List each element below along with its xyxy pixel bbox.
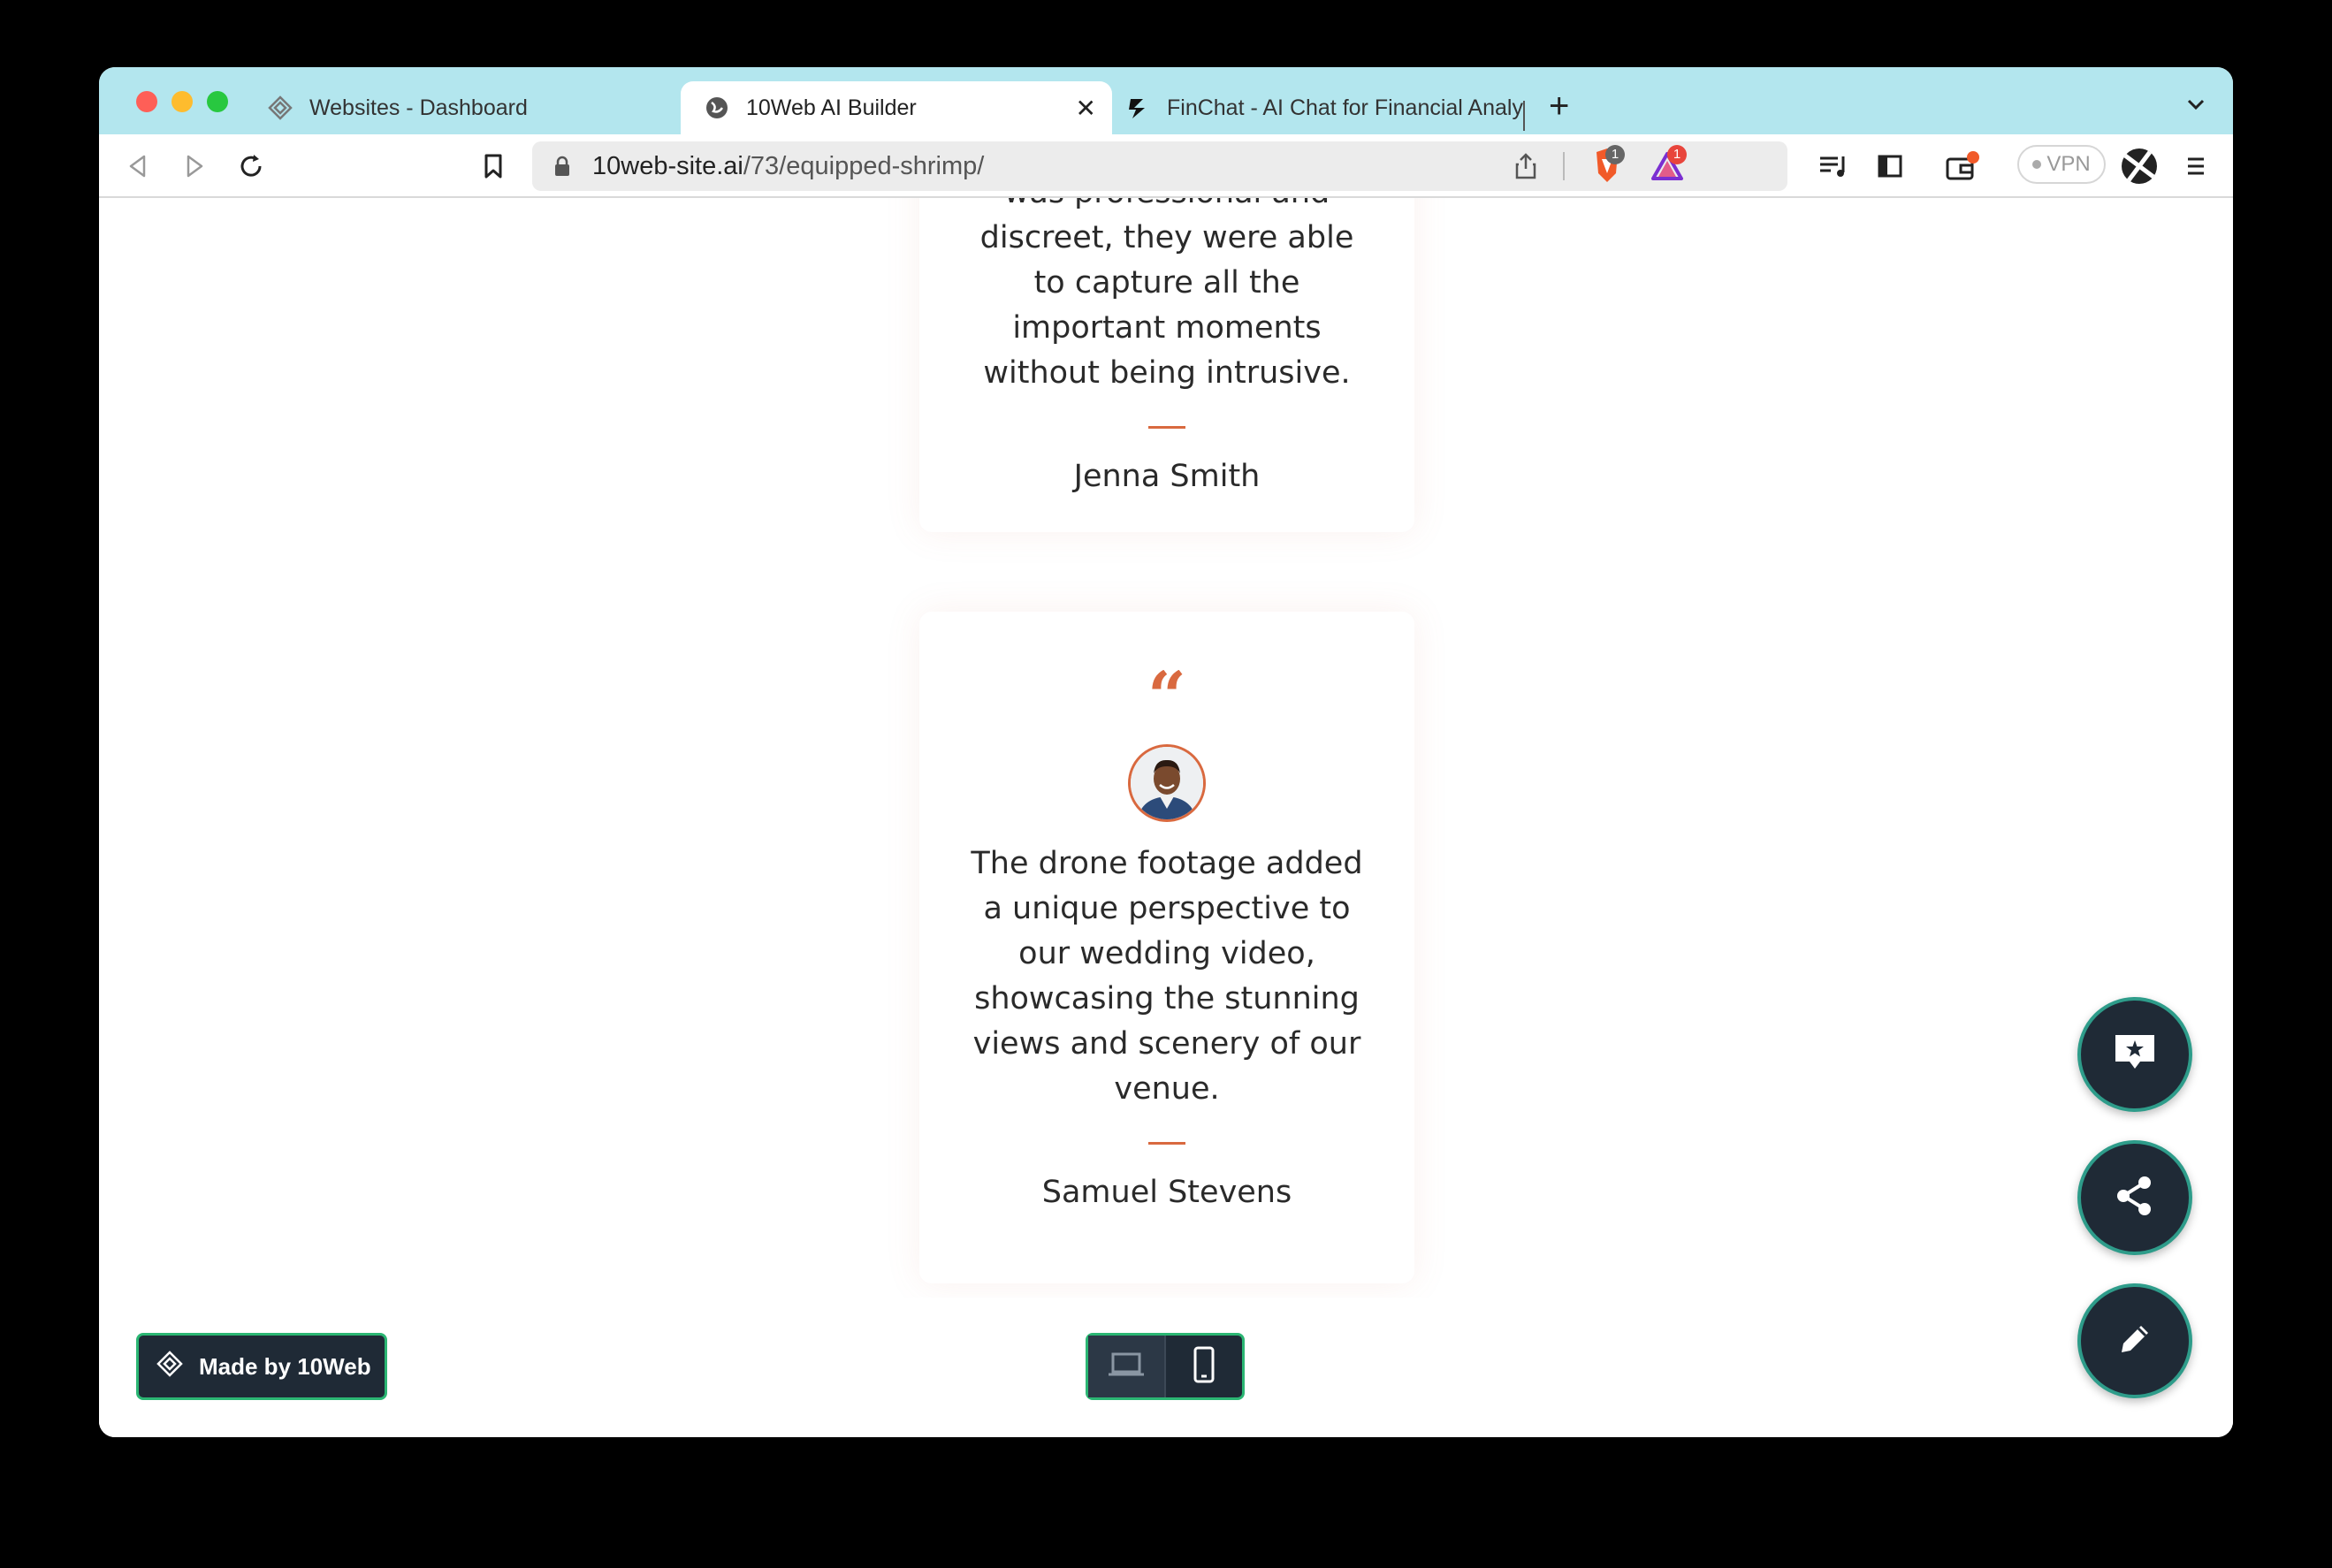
review-button[interactable] — [2077, 997, 2192, 1112]
url-divider — [1563, 152, 1565, 180]
pencil-icon — [2115, 1319, 2155, 1364]
address-bar[interactable]: 10web-site.ai/73/equipped-shrimp/ 1 1 — [532, 141, 1787, 191]
mobile-preview-button[interactable] — [1166, 1336, 1242, 1397]
vpn-label: VPN — [2046, 152, 2091, 176]
minimize-window-button[interactable] — [171, 91, 193, 112]
accent-divider — [1148, 426, 1185, 429]
tab-list-chevron-icon[interactable] — [2185, 94, 2206, 119]
device-preview-toggle — [1086, 1333, 1245, 1400]
mobile-phone-icon — [1193, 1345, 1216, 1389]
sidebar-toggle-icon[interactable] — [1872, 148, 1908, 184]
close-window-button[interactable] — [136, 91, 157, 112]
tab-strip: Websites - Dashboard 10Web AI Builder ✕ … — [99, 67, 2233, 134]
review-star-icon — [2112, 1031, 2158, 1078]
share-button[interactable] — [2077, 1140, 2192, 1255]
finchat-logo-icon — [1124, 95, 1151, 121]
reload-icon[interactable] — [233, 148, 269, 184]
quote-icon: “ — [1147, 670, 1186, 712]
profile-avatar[interactable] — [2120, 147, 2159, 186]
playlist-icon[interactable] — [1816, 148, 1851, 184]
url-path: /73/equipped-shrimp/ — [743, 152, 985, 180]
laptop-icon — [1107, 1351, 1146, 1382]
url-text: 10web-site.ai/73/equipped-shrimp/ — [592, 152, 984, 181]
testimonial-card: “ The drone footage added a unique persp… — [919, 612, 1414, 1283]
tenweb-logo-icon — [267, 95, 293, 121]
menu-icon[interactable] — [2178, 148, 2214, 184]
page-viewport: was professional and discreet, they were… — [99, 198, 2233, 1437]
avatar — [1128, 744, 1206, 822]
share-nodes-icon — [2113, 1174, 2157, 1222]
tab-label: FinChat - AI Chat for Financial Analy — [1167, 95, 1523, 120]
shields-count-badge: 1 — [1605, 145, 1625, 164]
made-by-10web-button[interactable]: Made by 10Web — [136, 1333, 387, 1400]
made-by-label: Made by 10Web — [199, 1352, 371, 1380]
desktop-preview-button[interactable] — [1088, 1336, 1166, 1397]
testimonial-card: was professional and discreet, they were… — [919, 198, 1414, 532]
brave-shields-icon[interactable]: 1 — [1589, 145, 1625, 190]
testimonial-author: Samuel Stevens — [1041, 1175, 1292, 1210]
tab-separator — [1523, 101, 1525, 131]
close-tab-icon[interactable]: ✕ — [1076, 94, 1096, 123]
tab-10web-ai-builder[interactable]: 10Web AI Builder ✕ — [681, 81, 1112, 134]
edit-button[interactable] — [2077, 1283, 2192, 1398]
vpn-status-dot — [2032, 160, 2042, 169]
maximize-window-button[interactable] — [207, 91, 228, 112]
tab-label: 10Web AI Builder — [746, 95, 917, 120]
bookmark-icon[interactable] — [476, 148, 511, 184]
testimonial-author: Jenna Smith — [1073, 459, 1261, 494]
tab-finchat[interactable]: FinChat - AI Chat for Financial Analy — [1114, 81, 1529, 134]
browser-window: Websites - Dashboard 10Web AI Builder ✕ … — [99, 67, 2233, 1437]
vpn-button[interactable]: VPN — [2017, 145, 2106, 184]
brave-rewards-icon[interactable]: 1 — [1650, 145, 1687, 188]
rewards-count-badge: 1 — [1667, 145, 1687, 164]
lock-icon — [553, 156, 571, 181]
testimonial-text-partial-line: was professional and — [969, 198, 1365, 216]
wallet-icon[interactable] — [1945, 148, 1980, 184]
url-host: 10web-site.ai — [592, 152, 743, 180]
testimonial-text: was professional and discreet, they were… — [919, 198, 1414, 396]
globe-icon — [704, 95, 730, 121]
new-tab-button[interactable]: + — [1549, 88, 1569, 124]
testimonial-text-body: discreet, they were able to capture all … — [979, 220, 1354, 391]
tenweb-logo-icon — [156, 1350, 183, 1383]
browser-toolbar: 10web-site.ai/73/equipped-shrimp/ 1 1 VP… — [99, 134, 2233, 198]
accent-divider — [1148, 1142, 1185, 1145]
forward-icon[interactable] — [177, 148, 212, 184]
tab-label: Websites - Dashboard — [309, 95, 528, 120]
back-icon[interactable] — [120, 148, 156, 184]
share-icon[interactable] — [1513, 152, 1538, 185]
testimonial-text: The drone footage added a unique perspec… — [971, 846, 1363, 1107]
